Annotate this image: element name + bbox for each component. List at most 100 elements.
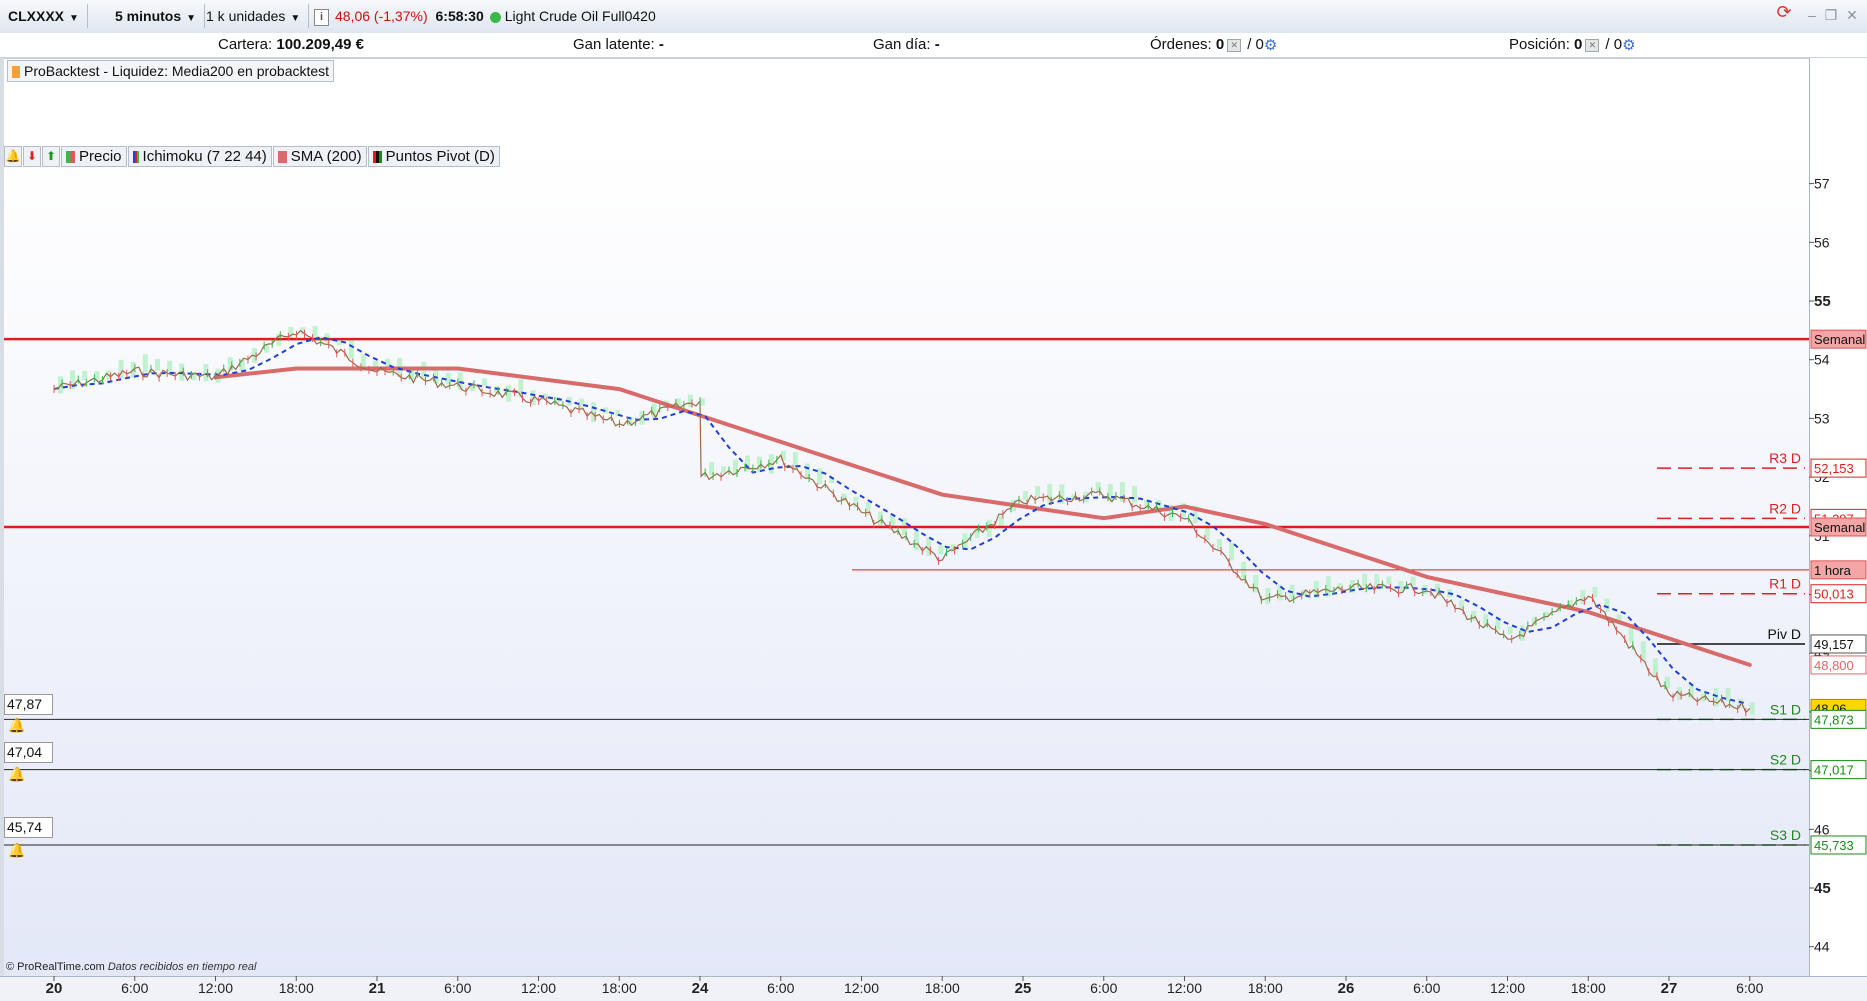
cloud-segment	[506, 385, 512, 402]
cloud-segment	[938, 545, 944, 555]
pivot-swatch	[372, 151, 382, 164]
x-tick-label: 20	[46, 980, 63, 997]
cloud-segment	[1362, 573, 1368, 586]
alert-level-label[interactable]: 47,04	[4, 742, 53, 763]
x-tick-label: 12:00	[521, 980, 556, 996]
legend-ichimoku[interactable]: Ichimoku (7 22 44)	[127, 146, 272, 167]
bell-icon[interactable]: 🔔	[8, 766, 28, 784]
cloud-segment	[348, 338, 354, 359]
scale-tag-label: Semanal	[1814, 520, 1865, 535]
x-tick-label: 6:00	[121, 980, 148, 996]
indicator-legend: 🔔 ⬇ ⬆ Precio Ichimoku (7 22 44) SMA (200…	[4, 146, 501, 167]
cloud-segment	[579, 398, 585, 409]
legend-precio[interactable]: Precio	[61, 146, 127, 167]
pivot-level-label: R1 D	[1769, 576, 1801, 592]
price-series	[53, 329, 1751, 717]
x-tick-label: 12:00	[198, 980, 233, 996]
y-tick-label: 46	[1814, 821, 1830, 837]
download-icon[interactable]: ⬇	[23, 146, 41, 167]
cloud-segment	[1640, 641, 1646, 660]
cloud-segment	[264, 345, 270, 353]
x-tick-label: 12:00	[844, 980, 879, 996]
cloud-segment	[312, 325, 318, 340]
cloud-segment	[1543, 611, 1549, 619]
cloud-segment	[1374, 574, 1380, 586]
precio-swatch	[66, 151, 75, 164]
cloud-segment	[1628, 627, 1634, 643]
y-tick-label: 44	[1814, 939, 1830, 955]
horizontal-levels: R3 D R2 D R1 D Piv D S1 D S2 D S3 D	[4, 337, 1809, 846]
cloud-segment	[986, 519, 992, 537]
scale-tag-label: 45,733	[1814, 838, 1854, 853]
y-tick-label: 56	[1814, 234, 1830, 250]
x-axis-labels: 20 6:00 12:00 18:00 21 6:00 12:00 18:00 24 6:00 12…	[46, 976, 1764, 997]
ichimoku-swatch	[132, 151, 139, 164]
cloud-segment	[1519, 625, 1525, 641]
x-tick-label: 12:00	[1167, 980, 1202, 996]
footer-note: © ProRealTime.com Datos recibidos en tie…	[6, 961, 257, 973]
pivot-level-label: S1 D	[1770, 701, 1801, 717]
cloud-segment	[1725, 687, 1731, 702]
cloud-segment	[482, 378, 488, 387]
kijun-line	[53, 336, 1747, 705]
x-tick-label: 12:00	[1490, 980, 1525, 996]
x-tick-label: 21	[369, 980, 386, 997]
scale-tag-label: 48,800	[1814, 658, 1854, 673]
cloud-segment	[82, 370, 88, 381]
x-tick-label: 27	[1661, 980, 1678, 997]
ichimoku-cloud	[58, 325, 1755, 715]
sma-swatch	[277, 151, 287, 164]
cloud-segment	[154, 358, 160, 371]
sma-200-line	[213, 366, 1752, 667]
x-tick-label: 6:00	[1413, 980, 1440, 996]
cloud-segment	[1749, 701, 1755, 715]
legend-sma[interactable]: SMA (200)	[272, 146, 367, 167]
x-tick-label: 18:00	[925, 980, 960, 996]
cloud-segment	[914, 530, 920, 551]
bell-icon[interactable]: 🔔	[8, 717, 28, 735]
x-tick-label: 18:00	[279, 980, 314, 996]
kijun-sen-line	[53, 336, 1747, 705]
cloud-segment	[1132, 486, 1138, 503]
cloud-segment	[1022, 491, 1028, 501]
scale-tag-label: Semanal	[1814, 332, 1865, 347]
scale-tag-label: 47,017	[1814, 763, 1854, 778]
y-tick-label: 54	[1814, 352, 1830, 368]
x-tick-label: 6:00	[767, 980, 794, 996]
alert-level-label[interactable]: 47,87	[4, 694, 53, 715]
x-tick-label: 18:00	[602, 980, 637, 996]
cloud-segment	[721, 466, 727, 473]
x-tick-label: 6:00	[1736, 980, 1763, 996]
cloud-segment	[142, 354, 148, 373]
cloud-segment	[1471, 610, 1477, 621]
cloud-segment	[1229, 543, 1235, 561]
pivot-level-label: R3 D	[1769, 450, 1801, 466]
y-tick-label: 45	[1814, 880, 1831, 897]
x-tick-label: 6:00	[1090, 980, 1117, 996]
cloud-segment	[1386, 576, 1392, 585]
pivot-level-label: Piv D	[1768, 626, 1801, 642]
y-tick-label: 53	[1814, 410, 1830, 426]
scale-tag-label: 50,013	[1814, 587, 1854, 602]
scale-tag-label: 52,153	[1814, 461, 1854, 476]
legend-pivot[interactable]: Puntos Pivot (D)	[367, 146, 500, 167]
x-tick-label: 24	[692, 980, 709, 997]
x-tick-label: 6:00	[444, 980, 471, 996]
x-tick-label: 18:00	[1571, 980, 1606, 996]
bell-icon[interactable]: 🔔	[8, 842, 28, 860]
cloud-segment	[1035, 486, 1041, 497]
upload-icon[interactable]: ⬆	[42, 146, 60, 167]
cloud-segment	[1507, 626, 1513, 635]
bell-icon[interactable]: 🔔	[4, 146, 22, 167]
y-tick-label: 57	[1814, 176, 1830, 192]
cloud-segment	[1592, 586, 1598, 598]
y-tick-label: 55	[1814, 293, 1831, 310]
sma-line	[213, 366, 1752, 667]
alert-level-label[interactable]: 45,74	[4, 817, 53, 838]
x-tick-label: 26	[1338, 980, 1355, 997]
pivot-level-label: S2 D	[1770, 752, 1801, 768]
cloud-segment	[817, 468, 823, 484]
x-tick-label: 25	[1015, 980, 1032, 997]
cloud-segment	[1398, 580, 1404, 592]
cloud-segment	[167, 360, 173, 373]
